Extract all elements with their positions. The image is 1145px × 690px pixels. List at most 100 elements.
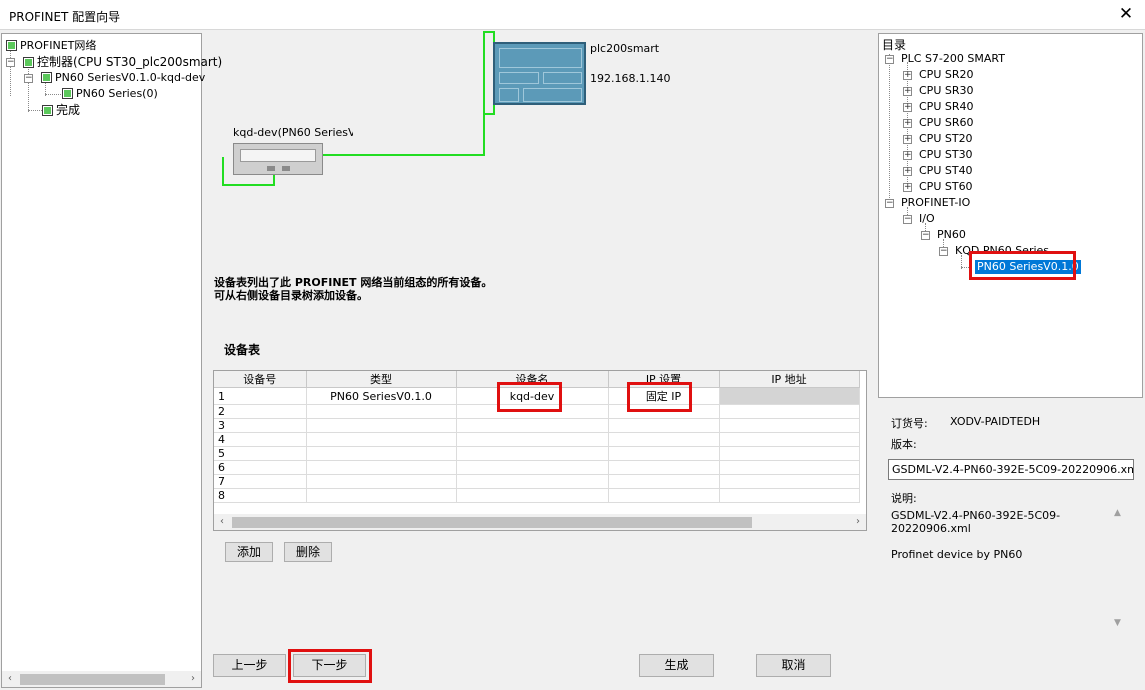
cancel-button[interactable]: 取消 (756, 654, 831, 677)
col-header-ip[interactable]: IP 地址 (719, 371, 860, 388)
highlight-device-name (497, 382, 562, 412)
expand-icon[interactable]: + (903, 151, 912, 160)
col-header-type[interactable]: 类型 (306, 371, 457, 388)
scroll-down-icon[interactable]: ▼ (1114, 618, 1121, 628)
cell-ip-setting[interactable] (608, 432, 720, 447)
scroll-right-icon[interactable]: › (185, 671, 201, 687)
cell-type[interactable] (306, 418, 457, 433)
catalog-item[interactable]: CPU ST60 (919, 180, 973, 194)
cell-ip-setting[interactable] (608, 460, 720, 475)
delete-button[interactable]: 删除 (284, 542, 332, 562)
nav-item-finish[interactable]: 完成 (42, 103, 80, 118)
catalog-item[interactable]: CPU ST20 (919, 132, 973, 146)
scroll-up-icon[interactable]: ▲ (1114, 508, 1121, 518)
scroll-left-icon[interactable]: ‹ (2, 671, 18, 687)
table-row[interactable]: 7 (214, 474, 860, 489)
cell-name[interactable] (456, 432, 609, 447)
cell-ip[interactable] (719, 387, 860, 405)
collapse-icon[interactable]: − (921, 231, 930, 240)
cell-num[interactable]: 6 (214, 460, 307, 475)
cell-type[interactable] (306, 488, 457, 503)
io-device-icon[interactable] (233, 143, 323, 175)
cell-num[interactable]: 2 (214, 404, 307, 419)
cell-ip[interactable] (719, 460, 860, 475)
cell-num[interactable]: 5 (214, 446, 307, 461)
catalog-item[interactable]: CPU ST30 (919, 148, 973, 162)
table-row[interactable]: 6 (214, 460, 860, 475)
cell-ip-setting[interactable] (608, 474, 720, 489)
scroll-right-icon[interactable]: › (850, 514, 866, 530)
cell-name[interactable] (456, 418, 609, 433)
cell-ip[interactable] (719, 474, 860, 489)
cell-ip[interactable] (719, 418, 860, 433)
nav-tree-scrollbar[interactable]: ‹ › (2, 671, 201, 687)
cell-num[interactable]: 8 (214, 488, 307, 503)
cell-num[interactable]: 7 (214, 474, 307, 489)
close-icon[interactable]: ✕ (1117, 4, 1135, 24)
version-field[interactable]: GSDML-V2.4-PN60-392E-5C09-20220906.xml (888, 459, 1134, 480)
scroll-left-icon[interactable]: ‹ (214, 514, 230, 530)
cell-num[interactable]: 1 (214, 387, 307, 405)
cell-name[interactable] (456, 460, 609, 475)
catalog-item[interactable]: I/O (919, 212, 935, 226)
col-header-num[interactable]: 设备号 (214, 371, 307, 388)
collapse-icon[interactable]: − (885, 55, 894, 64)
scroll-thumb[interactable] (232, 517, 752, 528)
catalog-item[interactable]: CPU SR20 (919, 68, 973, 82)
collapse-icon[interactable]: − (24, 74, 33, 83)
collapse-icon[interactable]: − (903, 215, 912, 224)
cell-type[interactable]: PN60 SeriesV0.1.0 (306, 387, 457, 405)
nav-item-module[interactable]: PN60 Series(0) (62, 87, 158, 101)
cell-type[interactable] (306, 446, 457, 461)
prev-button[interactable]: 上一步 (213, 654, 286, 677)
catalog-item[interactable]: CPU SR60 (919, 116, 973, 130)
version-label: 版本: (891, 438, 917, 451)
cell-type[interactable] (306, 460, 457, 475)
expand-icon[interactable]: + (903, 167, 912, 176)
cell-type[interactable] (306, 432, 457, 447)
expand-icon[interactable]: + (903, 183, 912, 192)
description-scrollbar[interactable]: ▲ ▼ (1112, 506, 1128, 630)
generate-button[interactable]: 生成 (639, 654, 714, 677)
scroll-thumb[interactable] (20, 674, 165, 685)
cell-name[interactable] (456, 446, 609, 461)
table-scrollbar[interactable]: ‹ › (214, 514, 866, 530)
table-row[interactable]: 8 (214, 488, 860, 503)
cell-type[interactable] (306, 474, 457, 489)
cell-ip-setting[interactable] (608, 488, 720, 503)
catalog-item[interactable]: CPU SR40 (919, 100, 973, 114)
expand-icon[interactable]: + (903, 103, 912, 112)
node-icon (62, 88, 73, 99)
catalog-item[interactable]: PROFINET-IO (901, 196, 970, 210)
catalog-item[interactable]: PLC S7-200 SMART (901, 52, 1005, 66)
cell-num[interactable]: 3 (214, 418, 307, 433)
catalog-item[interactable]: PN60 (937, 228, 966, 242)
add-button[interactable]: 添加 (225, 542, 273, 562)
plc-device-icon[interactable] (493, 42, 586, 105)
nav-item-controller[interactable]: 控制器(CPU ST30_plc200smart) (23, 55, 222, 70)
catalog-item[interactable]: CPU ST40 (919, 164, 973, 178)
nav-item-profinet[interactable]: PROFINET网络 (6, 39, 96, 53)
cell-ip[interactable] (719, 404, 860, 419)
cell-name[interactable] (456, 474, 609, 489)
expand-icon[interactable]: + (903, 87, 912, 96)
nav-item-device[interactable]: PN60 SeriesV0.1.0-kqd-dev (41, 71, 205, 85)
cell-ip[interactable] (719, 432, 860, 447)
cell-ip[interactable] (719, 488, 860, 503)
expand-icon[interactable]: + (903, 119, 912, 128)
cell-name[interactable] (456, 488, 609, 503)
cell-ip[interactable] (719, 446, 860, 461)
collapse-icon[interactable]: − (6, 58, 15, 67)
cell-type[interactable] (306, 404, 457, 419)
table-row[interactable]: 3 (214, 418, 860, 433)
table-row[interactable]: 4 (214, 432, 860, 447)
catalog-item[interactable]: CPU SR30 (919, 84, 973, 98)
table-row[interactable]: 5 (214, 446, 860, 461)
cell-ip-setting[interactable] (608, 418, 720, 433)
cell-num[interactable]: 4 (214, 432, 307, 447)
cell-ip-setting[interactable] (608, 446, 720, 461)
expand-icon[interactable]: + (903, 71, 912, 80)
collapse-icon[interactable]: − (885, 199, 894, 208)
expand-icon[interactable]: + (903, 135, 912, 144)
collapse-icon[interactable]: − (939, 247, 948, 256)
